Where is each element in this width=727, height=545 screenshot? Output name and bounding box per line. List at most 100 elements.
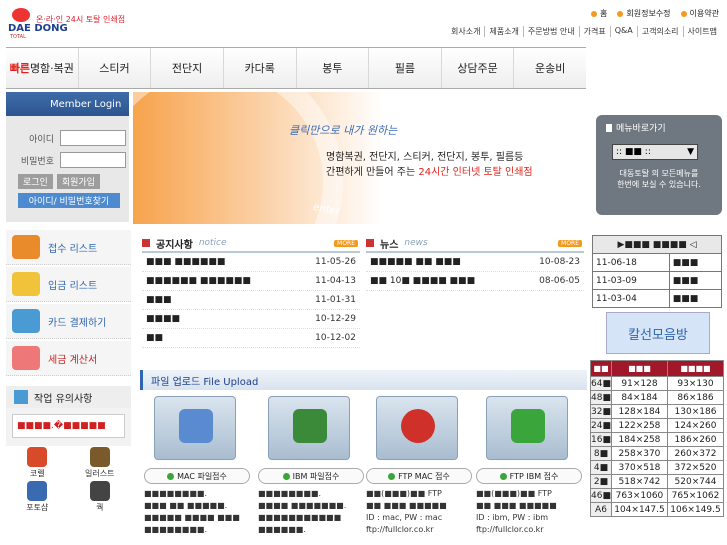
nav-item[interactable]: 스티커	[77, 48, 151, 88]
main-banner[interactable]: 클릭만으로 내가 원하는 명함복권, 전단지, 스티커, 전단지, 봉투, 필름…	[133, 92, 587, 224]
folder-icon[interactable]	[376, 396, 458, 460]
cell-value: ■■■	[668, 271, 723, 290]
upload-button[interactable]: FTP IBM 접수	[476, 468, 582, 484]
table-row[interactable]: 11-03-09 ■■■	[592, 271, 723, 290]
table-header: ▶■■■ ■■■■ ◁	[592, 235, 722, 254]
cell: 128×184	[610, 404, 668, 419]
size-table: ■■ ■■■ ■■■■ 64■ 91×128 93×130 48■ 84×184 86×…	[590, 360, 725, 517]
menu-icon	[606, 123, 612, 132]
sub-link[interactable]: 제품소개	[484, 26, 522, 37]
table-row[interactable]: 11-03-04 ■■■	[592, 289, 723, 308]
select-value: :: ■■ ::	[616, 147, 651, 157]
sub-link[interactable]: 사이트맵	[682, 26, 721, 37]
arrow-icon	[167, 472, 175, 480]
item-title: ■■■	[146, 295, 172, 305]
sub-link[interactable]: 가격표	[578, 26, 610, 37]
more-button[interactable]: MORE	[334, 240, 358, 247]
folder-icon[interactable]	[486, 396, 568, 460]
app-illustrator[interactable]: 일러스트	[69, 447, 132, 479]
cell: 372×520	[666, 460, 725, 475]
find-account-button[interactable]: 아이디/ 비밀번호찾기	[18, 193, 120, 208]
sub-link[interactable]: 고객의소리	[636, 26, 683, 37]
nav-item[interactable]: 전단지	[150, 48, 223, 88]
list-item[interactable]: ■■■ ■■■■■■ 11-05-26	[142, 253, 360, 272]
list-item[interactable]: ■■■■■■ ■■■■■■ 11-04-13	[142, 272, 360, 291]
cell: 24■	[590, 418, 612, 433]
item-title: ■■■ ■■■■■■	[146, 257, 226, 267]
list-label: 카드 결제하기	[48, 317, 107, 329]
top-link-terms[interactable]: 이용약관	[680, 8, 719, 19]
top-link-member-edit[interactable]: 회원정보수정	[617, 8, 671, 19]
cell: 260×372	[666, 446, 725, 461]
bullet-icon	[617, 10, 624, 17]
nav-item[interactable]: 운송비	[513, 48, 586, 88]
upload-button[interactable]: IBM 파일접수	[258, 468, 364, 484]
cell: 46■	[590, 488, 612, 503]
quick-menu-select[interactable]: :: ■■ :: ▼	[612, 144, 698, 160]
list-item-tax-invoice[interactable]: 세금 계산서	[6, 341, 131, 376]
list-item[interactable]: ■■■■ 10-12-29	[142, 310, 360, 329]
more-button[interactable]: MORE	[558, 240, 582, 247]
nav-item[interactable]: 상담주문	[440, 48, 514, 88]
banner-text: 명함복권, 전단지, 스티커, 전단지, 봉투, 필름등 간편하게 만들어 주는…	[326, 150, 533, 180]
table-row: 16■ 184×258 186×260	[590, 432, 725, 447]
list-item[interactable]: ■■■■■ ■■ ■■■ 10-08-23	[366, 253, 584, 272]
windows-icon	[511, 409, 545, 443]
join-button[interactable]: 회원가입	[56, 174, 100, 189]
login-button[interactable]: 로그인	[18, 174, 53, 189]
app-corel[interactable]: 코렐	[6, 447, 69, 479]
top-link-home[interactable]: 홈	[591, 8, 607, 19]
news-title: 뉴스	[380, 239, 399, 251]
upload-button[interactable]: FTP MAC 접수	[366, 468, 472, 484]
nav-item-card[interactable]: 빠른 명함·복권	[6, 48, 78, 88]
table-row: 8■ 258×370 260×372	[590, 446, 725, 461]
list-item[interactable]: ■■ 10-12-02	[142, 329, 360, 348]
main-nav: 빠른 명함·복권 스티커 전단지 카다록 봉투 필름 상담주문 운송비	[6, 47, 586, 89]
sub-link[interactable]: 회사소개	[447, 26, 484, 37]
id-label: 아이디	[29, 134, 54, 145]
folder-icon[interactable]	[268, 396, 350, 460]
folder-icon[interactable]	[154, 396, 236, 460]
table-row[interactable]: 11-06-18 ■■■	[592, 253, 723, 272]
notes-icon	[14, 390, 28, 404]
app-quark[interactable]: 쿽	[69, 481, 132, 513]
id-input[interactable]	[60, 130, 126, 146]
logo-mark-icon	[12, 8, 30, 22]
cell-date: 11-06-18	[592, 253, 670, 272]
sub-link[interactable]: Q&A	[609, 26, 637, 37]
logo[interactable]: 온·라·인 24시 토탈 인쇄점 DAE DONG TOTAL	[6, 6, 146, 40]
cell: 86×186	[666, 390, 725, 405]
quark-icon	[89, 481, 110, 501]
list-item-deposit[interactable]: 입금 리스트	[6, 267, 131, 302]
app-label: 일러스트	[85, 469, 115, 478]
list-item[interactable]: ■■■ 11-01-31	[142, 291, 360, 310]
upload-button[interactable]: MAC 파일접수	[144, 468, 250, 484]
cell: 184×258	[610, 432, 668, 447]
list-item[interactable]: ■■ 10■ ■■■■ ■■■ 08-06-05	[366, 272, 584, 291]
cell: 520×744	[666, 474, 725, 489]
nav-item[interactable]: 필름	[368, 48, 441, 88]
item-title: ■■■■■ ■■ ■■■	[370, 257, 461, 267]
cell: 16■	[590, 432, 612, 447]
list-item-card-pay[interactable]: 카드 결제하기	[6, 304, 131, 339]
work-notes-link[interactable]: ■■■■.�■■■■■	[12, 414, 125, 438]
mac-finder-icon	[179, 409, 213, 443]
news-board: 뉴스 news MORE ■■■■■ ■■ ■■■ 10-08-23 ■■ 10■ ■…	[366, 235, 584, 291]
cell: 93×130	[666, 376, 725, 391]
list-item-reception[interactable]: 접수 리스트	[6, 230, 131, 265]
app-photoshop[interactable]: 포토샵	[6, 481, 69, 513]
nav-item[interactable]: 카다록	[222, 48, 296, 88]
cutline-banner[interactable]: 칼선모음방	[606, 312, 710, 354]
upload-desc: ■■(■■■)■■ FTP ■■ ■■■ ■■■■■ ID : mac, PW …	[366, 489, 447, 534]
cell: 2■	[590, 474, 612, 489]
nav-highlight: 빠른	[9, 62, 30, 75]
password-input[interactable]	[60, 152, 126, 168]
logo-brand: DAE DONG	[8, 23, 68, 34]
cell: 258×370	[610, 446, 668, 461]
cell: A6	[590, 502, 612, 517]
nav-item[interactable]: 봉투	[295, 48, 369, 88]
upload-desc: ■■■■■■■■. ■■■ ■■ ■■■■■. ■■■■■ ■■■■ ■■■ ■…	[144, 489, 240, 534]
login-title: Member Login	[6, 92, 129, 116]
upload-ftp-ibm: FTP IBM 접수 ■■(■■■)■■ FTP ■■ ■■■ ■■■■■ ID…	[476, 396, 584, 536]
sub-link[interactable]: 주문방법 안내	[522, 26, 579, 37]
